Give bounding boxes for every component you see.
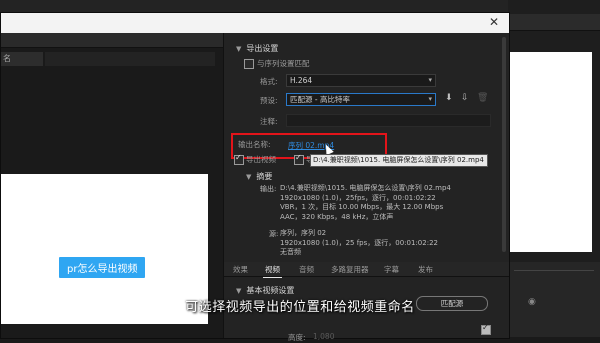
output-path-tooltip: D:\4.兼职视频\1015. 电脑屏保怎么设置\序列 02.mp4 [310,154,488,167]
summary-line: VBR，1 次，目标 10.00 Mbps，最大 12.00 Mbps [280,203,444,211]
match-sequence-checkbox[interactable] [244,59,254,69]
settings-scrollbar[interactable] [502,37,506,252]
summary-line: D:\4.兼职视频\1015. 电脑屏保怎么设置\序列 02.mp4 [280,184,451,192]
source-tabs-bar [1,33,223,48]
settings-tabs: 效果 视频 音频 多路复用器 字幕 发布 [224,262,509,278]
format-value: H.264 [290,76,313,85]
tab-video[interactable]: 视频 [263,264,282,278]
settings-pane: ▼ 导出设置 与序列设置匹配 格式: H.264 ▾ 预设: 匹配源 - 高比特率… [224,33,509,342]
comments-input[interactable] [286,114,491,127]
delete-preset-icon[interactable]: 🗑 [477,93,488,103]
program-monitor-preview [510,52,592,252]
tab-audio[interactable]: 音频 [299,264,314,275]
export-video-label: 导出视频 [246,155,276,164]
export-settings-dialog: ✕ 名 pr怎么导出视频 ▼ 导出设置 与序列设置匹配 格式: H.264 ▾ 预… [0,12,510,342]
video-subtitle: 可选择视频导出的位置和给视频重命名 [185,300,415,315]
format-select[interactable]: H.264 ▾ [286,74,436,87]
close-icon[interactable]: ✕ [489,15,499,29]
summary-line: AAC，320 Kbps，48 kHz，立体声 [280,212,394,221]
summary-line: 无音频 [280,248,301,256]
expand-caret-icon: ▼ [236,287,242,295]
source-scaling-dropdown[interactable]: 名 [1,52,43,66]
tab-effects[interactable]: 效果 [233,264,248,275]
chevron-down-icon: ▾ [428,76,432,84]
height-label: 高度: [288,333,306,342]
tab-publish[interactable]: 发布 [418,264,433,275]
import-preset-icon[interactable]: ⇩ [461,93,469,103]
summary-source-key: 源: [269,230,279,238]
save-preset-icon[interactable]: ⬇ [445,93,453,103]
program-monitor-header [508,14,600,31]
match-sequence-label: 与序列设置匹配 [257,59,310,68]
preset-label: 预设: [260,96,278,105]
summary-line: 1920x1080 (1.0)，25fps，逐行，00:01:02:22 [280,193,436,202]
summary-line: 序列，序列 02 [280,229,327,237]
tab-multiplexer[interactable]: 多路复用器 [331,264,369,275]
format-label: 格式: [260,77,278,86]
expand-caret-icon: ▼ [246,173,252,181]
export-video-checkbox[interactable] [234,153,244,165]
basic-video-settings-heading[interactable]: ▼ 基本视频设置 [236,285,294,296]
timeline-ruler[interactable] [514,270,594,271]
summary-output-key: 输出: [260,185,277,193]
chevron-down-icon: ▾ [428,95,432,103]
export-settings-heading[interactable]: ▼ 导出设置 [236,43,278,54]
source-preview-pane: 名 pr怎么导出视频 [1,33,224,338]
tab-captions[interactable]: 字幕 [384,264,399,275]
preview-title-button: pr怎么导出视频 [59,257,146,278]
summary-output-block: D:\4.兼职视频\1015. 电脑屏保怎么设置\序列 02.mp4 1920x… [280,184,451,222]
video-setting-checkbox[interactable] [481,323,491,335]
dialog-titlebar: ✕ [1,13,509,33]
preset-value: 匹配源 - 高比特率 [290,95,350,104]
summary-line: 1920x1080 (1.0)，25 fps，逐行，00:01:02:22 [280,238,438,247]
comments-label: 注释: [260,117,278,126]
expand-caret-icon: ▼ [236,45,242,53]
summary-source-block: 序列，序列 02 1920x1080 (1.0)，25 fps，逐行，00:01… [280,229,438,258]
summary-heading[interactable]: ▼ 摘要 [246,171,272,182]
source-range-bar [45,52,215,66]
export-audio-checkbox[interactable] [294,153,304,165]
preset-select[interactable]: 匹配源 - 高比特率 ▾ [286,93,436,106]
